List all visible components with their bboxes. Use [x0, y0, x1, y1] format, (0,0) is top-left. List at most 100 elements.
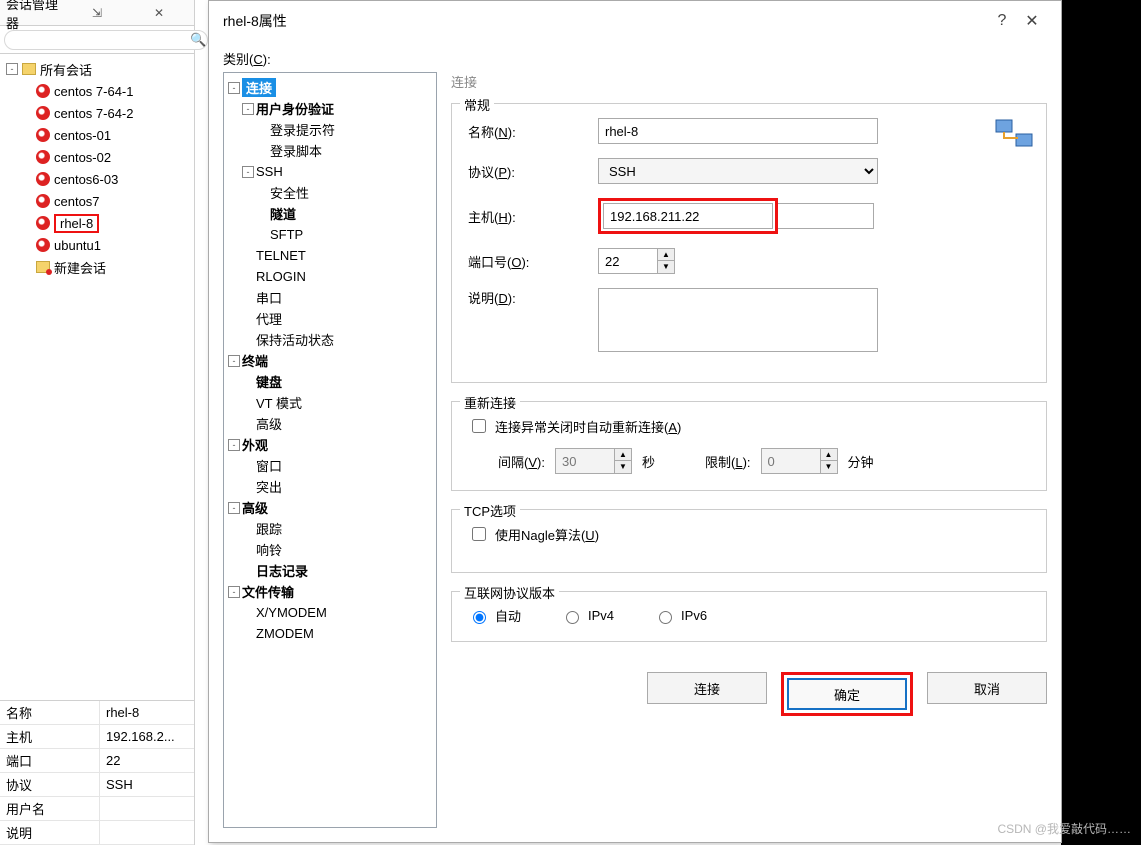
- tree-keyboard[interactable]: 键盘: [228, 371, 432, 392]
- protocol-select[interactable]: SSH: [598, 158, 878, 184]
- session-item[interactable]: centos6-03: [0, 168, 194, 190]
- interval-stepper[interactable]: ▲▼: [555, 448, 632, 474]
- tree-label: 窗口: [256, 456, 282, 475]
- connect-button[interactable]: 连接: [647, 672, 767, 704]
- tree-advanced-terminal[interactable]: 高级: [228, 413, 432, 434]
- spin-up-icon[interactable]: ▲: [658, 249, 674, 261]
- tree-tunnel[interactable]: 隧道: [228, 203, 432, 224]
- session-label: centos6-03: [54, 172, 118, 187]
- tree-log[interactable]: 日志记录: [228, 560, 432, 581]
- tree-highlight[interactable]: 突出: [228, 476, 432, 497]
- tree-userauth[interactable]: -用户身份验证: [228, 98, 432, 119]
- port-stepper[interactable]: ▲▼: [598, 248, 675, 274]
- port-input[interactable]: [598, 248, 658, 274]
- tree-security[interactable]: 安全性: [228, 182, 432, 203]
- session-icon: [36, 172, 50, 186]
- ipver-ipv4-radio[interactable]: IPv4: [561, 608, 614, 624]
- tree-appearance[interactable]: -外观: [228, 434, 432, 455]
- tree-proxy[interactable]: 代理: [228, 308, 432, 329]
- tree-terminal[interactable]: -终端: [228, 350, 432, 371]
- close-panel-icon[interactable]: ✕: [130, 6, 188, 20]
- desc-label: 说明(D):: [468, 288, 598, 307]
- session-item-selected[interactable]: rhel-8: [0, 212, 194, 234]
- form-area: 连接 常规 名称(N): 协议(P): SSH 主机(H): [451, 72, 1047, 828]
- desc-row: 说明(D):: [468, 288, 1030, 352]
- radio-input[interactable]: [473, 611, 486, 624]
- session-item[interactable]: centos 7-64-1: [0, 80, 194, 102]
- auto-reconnect-input[interactable]: [472, 419, 486, 433]
- ipver-ipv6-radio[interactable]: IPv6: [654, 608, 707, 624]
- nagle-input[interactable]: [472, 527, 486, 541]
- ok-button[interactable]: 确定: [787, 678, 907, 710]
- session-label: centos7: [54, 194, 100, 209]
- collapse-icon[interactable]: -: [228, 355, 240, 367]
- tree-trace[interactable]: 跟踪: [228, 518, 432, 539]
- tree-loginscript[interactable]: 登录脚本: [228, 140, 432, 161]
- folder-icon: [22, 63, 36, 75]
- host-input[interactable]: [603, 203, 773, 229]
- limit-input[interactable]: [761, 448, 821, 474]
- collapse-icon[interactable]: -: [228, 439, 240, 451]
- tree-sftp[interactable]: SFTP: [228, 224, 432, 245]
- radio-input[interactable]: [566, 611, 579, 624]
- collapse-icon[interactable]: -: [228, 502, 240, 514]
- spin-up-icon[interactable]: ▲: [821, 449, 837, 461]
- collapse-icon[interactable]: -: [242, 103, 254, 115]
- tree-keepalive[interactable]: 保持活动状态: [228, 329, 432, 350]
- search-icon[interactable]: 🔍: [190, 32, 206, 48]
- tree-label: 键盘: [256, 372, 282, 391]
- session-item[interactable]: centos 7-64-2: [0, 102, 194, 124]
- collapse-icon[interactable]: -: [242, 166, 254, 178]
- new-session-item[interactable]: 新建会话: [0, 256, 194, 278]
- session-search-input[interactable]: [4, 30, 208, 50]
- session-item[interactable]: centos-01: [0, 124, 194, 146]
- tree-bell[interactable]: 响铃: [228, 539, 432, 560]
- auto-reconnect-checkbox[interactable]: 连接异常关闭时自动重新连接(A): [468, 416, 1030, 436]
- name-input[interactable]: [598, 118, 878, 144]
- tree-xymodem[interactable]: X/YMODEM: [228, 602, 432, 623]
- interval-input[interactable]: [555, 448, 615, 474]
- session-item[interactable]: centos7: [0, 190, 194, 212]
- session-root[interactable]: - 所有会话: [0, 58, 194, 80]
- session-properties-table: 名称rhel-8 主机192.168.2... 端口22 协议SSH 用户名 说…: [0, 700, 194, 845]
- dialog-titlebar[interactable]: rhel-8属性 ? ✕: [209, 1, 1061, 41]
- spin-down-icon[interactable]: ▼: [821, 461, 837, 473]
- desc-textarea[interactable]: [598, 288, 878, 352]
- tree-serial[interactable]: 串口: [228, 287, 432, 308]
- connection-icon: [994, 116, 1034, 156]
- tree-advanced[interactable]: -高级: [228, 497, 432, 518]
- tree-connection[interactable]: -连接: [228, 77, 432, 98]
- spin-down-icon[interactable]: ▼: [615, 461, 631, 473]
- tree-zmodem[interactable]: ZMODEM: [228, 623, 432, 644]
- ipver-auto-radio[interactable]: 自动: [468, 606, 521, 625]
- category-tree[interactable]: -连接 -用户身份验证 登录提示符 登录脚本 -SSH 安全性 隧道 SFTP …: [223, 72, 437, 828]
- collapse-icon[interactable]: -: [6, 63, 18, 75]
- collapse-icon[interactable]: -: [228, 586, 240, 598]
- tree-loginprompt[interactable]: 登录提示符: [228, 119, 432, 140]
- spin-down-icon[interactable]: ▼: [658, 261, 674, 273]
- property-row: 说明: [0, 821, 194, 845]
- host-label: 主机(H):: [468, 207, 598, 226]
- tree-telnet[interactable]: TELNET: [228, 245, 432, 266]
- property-row: 端口22: [0, 749, 194, 773]
- radio-label: IPv6: [681, 608, 707, 623]
- spin-up-icon[interactable]: ▲: [615, 449, 631, 461]
- limit-stepper[interactable]: ▲▼: [761, 448, 838, 474]
- tree-rlogin[interactable]: RLOGIN: [228, 266, 432, 287]
- session-item[interactable]: centos-02: [0, 146, 194, 168]
- tree-filetransfer[interactable]: -文件传输: [228, 581, 432, 602]
- tree-ssh[interactable]: -SSH: [228, 161, 432, 182]
- cancel-button[interactable]: 取消: [927, 672, 1047, 704]
- radio-input[interactable]: [659, 611, 672, 624]
- tree-window[interactable]: 窗口: [228, 455, 432, 476]
- collapse-icon[interactable]: -: [228, 82, 240, 94]
- tree-vtmode[interactable]: VT 模式: [228, 392, 432, 413]
- pin-icon[interactable]: ⇲: [68, 6, 126, 20]
- session-item[interactable]: ubuntu1: [0, 234, 194, 256]
- close-icon[interactable]: ✕: [1017, 11, 1047, 31]
- help-icon[interactable]: ?: [987, 12, 1017, 30]
- tree-label: 突出: [256, 477, 282, 496]
- session-label: centos 7-64-2: [54, 106, 134, 121]
- nagle-checkbox[interactable]: 使用Nagle算法(U): [468, 524, 1030, 544]
- host-input-tail[interactable]: [778, 203, 874, 229]
